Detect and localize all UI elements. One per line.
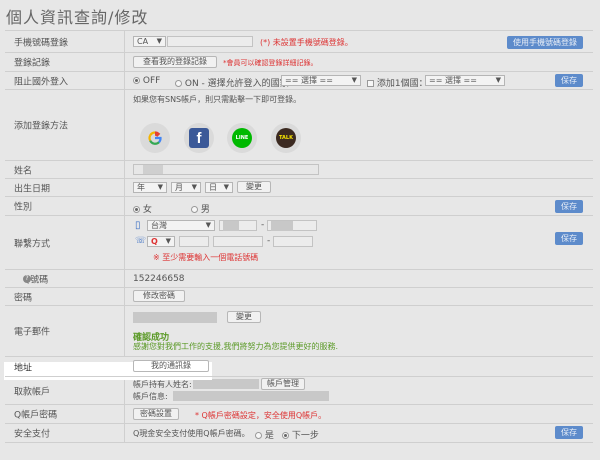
overseas-save-button[interactable]: 保存: [555, 74, 583, 87]
day-select[interactable]: 日 ▼: [205, 182, 233, 193]
label-contact: 聯繫方式: [14, 239, 51, 249]
landline-part2-input[interactable]: [273, 236, 313, 247]
region-select[interactable]: 台灣 ▼: [147, 220, 215, 231]
additional-country-select[interactable]: == 選擇 == ▼: [425, 75, 505, 86]
landline-part1-input[interactable]: [213, 236, 263, 247]
secure-pay-next-radio[interactable]: 下一步: [282, 428, 319, 441]
year-select[interactable]: 年 ▼: [133, 182, 167, 193]
row-birth: 出生日期 年 ▼ 月 ▼ 日 ▼ 變更: [5, 179, 593, 197]
secure-pay-question: Q現金安全支付使用Q帳戶密碼。: [133, 429, 250, 438]
label-q-password: Q帳戶密碼: [14, 410, 58, 421]
q-password-setup-button[interactable]: 密碼設置: [133, 408, 179, 420]
row-block-overseas: 阻止國外登入 OFF ON - 選擇允許登入的國家: == 選擇 == ▼ 添加1…: [5, 72, 593, 90]
mobile-phone-icon: ▯: [135, 220, 141, 231]
account-info-redacted: [173, 391, 329, 401]
facebook-icon[interactable]: f: [184, 123, 214, 153]
row-gender: 性別 女 男 保存: [5, 197, 593, 216]
google-icon[interactable]: [140, 123, 170, 153]
label-withdraw: 取款帳戶: [14, 387, 51, 397]
country-select[interactable]: CA ▼: [133, 36, 166, 47]
dash-2: -: [267, 236, 271, 246]
email-change-button[interactable]: 變更: [227, 311, 261, 323]
label-gender: 性別: [14, 202, 33, 213]
dash-1: -: [261, 220, 265, 230]
account-manage-button[interactable]: 帳戶管理: [261, 378, 305, 390]
change-password-button[interactable]: 修改密碼: [133, 290, 185, 302]
my-address-book-button[interactable]: 我的通訊錄: [133, 360, 209, 372]
view-login-record-button[interactable]: 查看我的登錄記錄: [133, 56, 217, 68]
label-login-record: 登錄記錄: [14, 58, 51, 69]
row-add-login: 添加登錄方法 如果您有SNS帳戶，則只需點擊一下即可登錄。: [5, 90, 593, 161]
gender-male-radio[interactable]: 男: [191, 202, 210, 215]
use-phone-login-button[interactable]: 使用手機號碼登錄: [507, 36, 583, 49]
email-thanks: 感謝您對我們工作的支援,我們將努力為您提供更好的服務.: [133, 342, 339, 351]
label-add-login: 添加登錄方法: [14, 121, 69, 132]
qnumber-value: 152246658: [133, 274, 185, 284]
birth-change-button[interactable]: 變更: [237, 181, 271, 193]
holder-name-redacted: [193, 379, 259, 389]
label-password: 密碼: [14, 293, 33, 303]
label-block-overseas: 阻止國外登入: [14, 77, 69, 87]
row-login-record: 登錄記錄 查看我的登錄記錄 *會員可以確認登錄詳細記錄。: [5, 53, 593, 72]
overseas-on-radio[interactable]: ON - 選擇允許登入的國家:: [175, 76, 292, 89]
row-qnumber: Q號碼 ? 152246658: [5, 270, 593, 288]
secure-pay-yes-radio[interactable]: 是: [255, 428, 274, 441]
label-secure-pay: 安全支付: [14, 429, 51, 440]
row-password: 密碼 修改密碼: [5, 288, 593, 306]
phone-warning: (*) 未設置手機號碼登錄。: [260, 38, 353, 47]
holder-name-label: 帳戶持有人姓名:: [133, 380, 192, 389]
row-contact: 聯繫方式 ▯ 台灣 ▼ - ☏ Q ▼ - ※ 至少需要輸入一個電話號碼 保存: [5, 216, 593, 270]
gender-female-radio[interactable]: 女: [133, 202, 152, 215]
contact-note: ※ 至少需要輸入一個電話號碼: [153, 253, 259, 262]
overseas-off-radio[interactable]: OFF: [133, 76, 160, 86]
label-name: 姓名: [14, 166, 33, 176]
row-q-password: Q帳戶密碼 密碼設置 * Q帳戶密碼設定，安全使用Q帳戶。: [5, 405, 593, 424]
contact-save-button[interactable]: 保存: [555, 232, 583, 245]
gender-save-button[interactable]: 保存: [555, 200, 583, 213]
mobile-part2-redacted: [271, 221, 293, 231]
mobile-part1-redacted: [223, 221, 239, 231]
landline-region-select[interactable]: Q ▼: [147, 236, 175, 247]
row-secure-pay: 安全支付 Q現金安全支付使用Q帳戶密碼。 是 下一步 保存: [5, 424, 593, 443]
sns-hint: 如果您有SNS帳戶，則只需點擊一下即可登錄。: [133, 95, 302, 104]
line-icon[interactable]: LINE: [227, 123, 257, 153]
month-select[interactable]: 月 ▼: [171, 182, 201, 193]
allowed-country-select[interactable]: == 選擇 == ▼: [281, 75, 361, 86]
label-birth: 出生日期: [14, 184, 51, 194]
login-record-note: *會員可以確認登錄詳細記錄。: [223, 59, 318, 67]
row-withdraw: 取款帳戶 帳戶持有人姓名: 帳戶管理 帳戶信息:: [5, 377, 593, 405]
name-input[interactable]: [133, 164, 319, 175]
row-address: 地址 我的通訊錄: [5, 357, 593, 377]
landline-area-input[interactable]: [179, 236, 209, 247]
phone-input[interactable]: [167, 36, 253, 47]
page-title: 個人資訊查詢/修改: [6, 8, 149, 27]
label-address: 地址: [14, 363, 33, 373]
label-email: 電子郵件: [14, 327, 51, 338]
row-phone-login: 手機號碼登錄 CA ▼ (*) 未設置手機號碼登錄。 使用手機號碼登錄: [5, 31, 593, 53]
help-icon[interactable]: ?: [23, 274, 31, 283]
label-phone-login: 手機號碼登錄: [14, 38, 69, 48]
account-info-label: 帳戶信息:: [133, 392, 168, 401]
email-value-redacted: [133, 312, 217, 323]
row-name: 姓名: [5, 161, 593, 179]
add-country-checkbox[interactable]: 添加1個國：: [367, 76, 428, 89]
row-email: 電子郵件 變更 確認成功 感謝您對我們工作的支援,我們將努力為您提供更好的服務.: [5, 306, 593, 357]
secure-pay-save-button[interactable]: 保存: [555, 426, 583, 439]
profile-form: 手機號碼登錄 CA ▼ (*) 未設置手機號碼登錄。 使用手機號碼登錄 登錄記錄 …: [5, 30, 593, 443]
landline-phone-icon: ☏: [135, 236, 147, 246]
kakaotalk-icon[interactable]: TALK: [271, 123, 301, 153]
q-password-warning: * Q帳戶密碼設定，安全使用Q帳戶。: [195, 411, 327, 420]
